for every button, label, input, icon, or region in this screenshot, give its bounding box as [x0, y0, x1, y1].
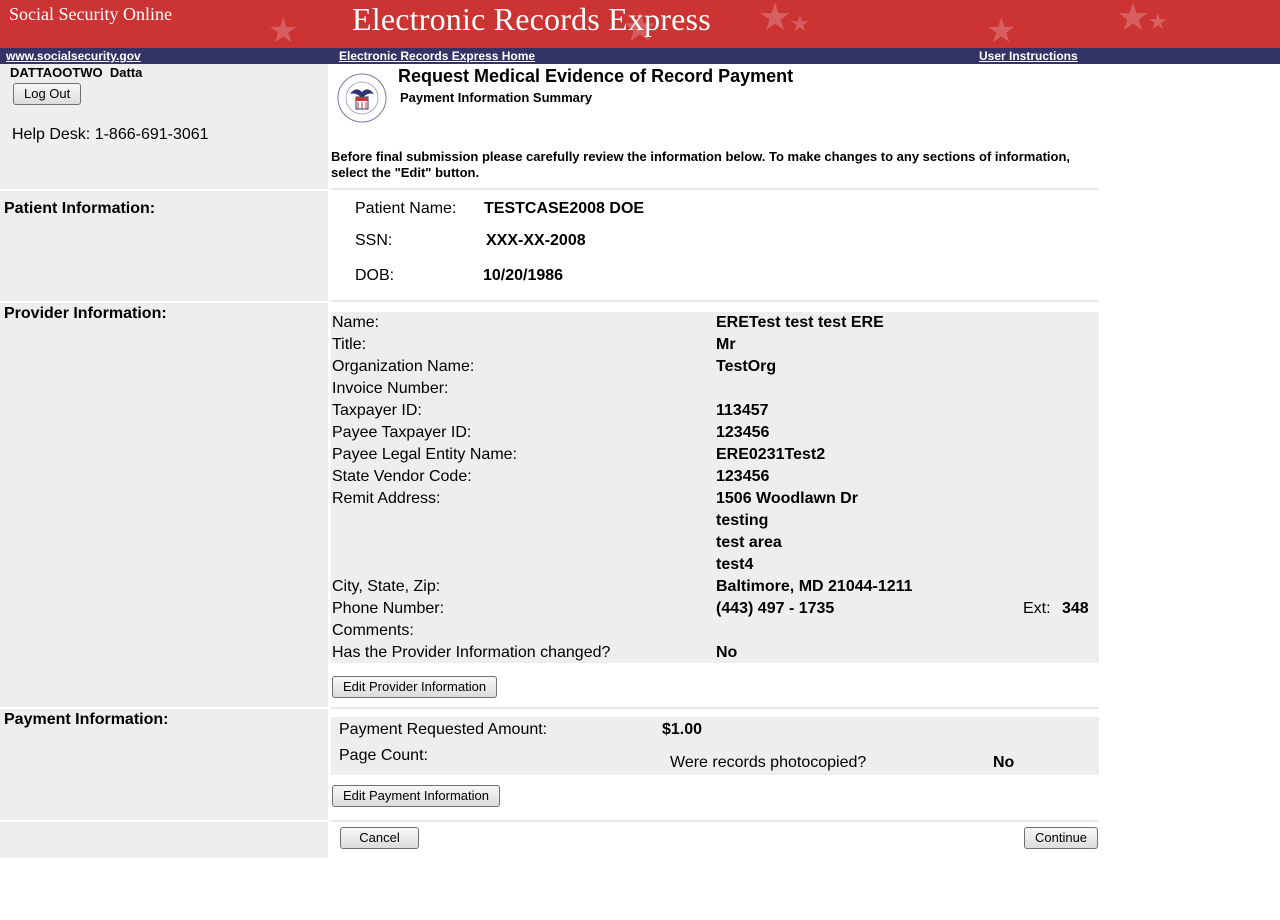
- ext-value: 348: [1062, 600, 1089, 617]
- ssn-label: SSN:: [355, 232, 393, 249]
- provider-section-label: Provider Information:: [4, 305, 167, 322]
- payment-amount-label: Payment Requested Amount:: [339, 721, 548, 738]
- provider-field-value: test area: [716, 534, 782, 551]
- divider: [331, 300, 1099, 302]
- ssa-seal-icon: [336, 72, 388, 124]
- photocopied-label: Were records photocopied?: [670, 754, 867, 771]
- patient-section-label-cell: Patient Information:: [0, 191, 328, 301]
- cancel-button[interactable]: Cancel: [340, 827, 419, 849]
- star-icon: ★: [1116, 0, 1151, 39]
- ssa-home-link[interactable]: www.socialsecurity.gov: [6, 49, 141, 63]
- star-icon: ★: [790, 12, 810, 37]
- dob-value: 10/20/1986: [483, 267, 564, 284]
- payment-info-table: Payment Requested Amount: $1.00 Page Cou…: [331, 717, 1099, 775]
- provider-field-value: 1506 Woodlawn Dr: [716, 490, 858, 507]
- provider-field-label: Comments:: [332, 622, 414, 639]
- actions-label-cell: [0, 822, 328, 858]
- provider-field-value: 123456: [716, 468, 770, 485]
- photocopied-value: No: [993, 754, 1015, 771]
- page-count-label: Page Count:: [339, 747, 428, 764]
- page-subtitle: Payment Information Summary: [400, 90, 593, 105]
- provider-field-value: Mr: [716, 336, 736, 353]
- continue-button[interactable]: Continue: [1024, 827, 1098, 849]
- page-title: Request Medical Evidence of Record Payme…: [398, 66, 794, 86]
- provider-field-label: Has the Provider Information changed?: [332, 644, 611, 661]
- instructions-text: Before final submission please carefully…: [331, 149, 1071, 180]
- provider-field-value: Baltimore, MD 21044-1211: [716, 578, 913, 595]
- edit-provider-button[interactable]: Edit Provider Information: [332, 676, 498, 698]
- provider-field-label: Phone Number:: [332, 600, 445, 617]
- provider-field-value: No: [716, 644, 738, 661]
- patient-name-label: Patient Name:: [355, 200, 457, 217]
- provider-field-label: Payee Taxpayer ID:: [332, 424, 472, 441]
- user-instructions-link[interactable]: User Instructions: [979, 49, 1078, 63]
- ere-home-link[interactable]: Electronic Records Express Home: [339, 49, 535, 63]
- divider: [331, 188, 1099, 190]
- provider-field-value: ERE0231Test2: [716, 446, 826, 463]
- star-icon: ★: [268, 11, 299, 48]
- provider-field-value: (443) 497 - 1735: [716, 600, 835, 617]
- provider-field-label: Organization Name:: [332, 358, 475, 375]
- provider-field-label: Name:: [332, 314, 380, 331]
- user-name: DATTAOOTWO Datta: [10, 65, 143, 80]
- divider: [331, 707, 1099, 709]
- help-desk: Help Desk: 1-866-691-3061: [12, 126, 209, 143]
- dob-label: DOB:: [355, 267, 395, 284]
- patient-name-value: TESTCASE2008 DOE: [484, 200, 645, 217]
- ssn-value: XXX-XX-2008: [486, 232, 586, 249]
- provider-section-label-cell: Provider Information:: [0, 303, 328, 707]
- provider-field-label: Payee Legal Entity Name:: [332, 446, 517, 463]
- provider-field-label: Taxpayer ID:: [332, 402, 422, 419]
- provider-field-label: Title:: [332, 336, 367, 353]
- nav-bar: www.socialsecurity.gov Electronic Record…: [0, 48, 1280, 64]
- payment-section-label-cell: Payment Information:: [0, 709, 328, 820]
- app-title: Electronic Records Express: [352, 1, 711, 37]
- patient-section-label: Patient Information:: [4, 200, 156, 217]
- provider-field-label: State Vendor Code:: [332, 468, 472, 485]
- user-panel: DATTAOOTWO Datta Log Out Help Desk: 1-86…: [0, 64, 328, 189]
- provider-field-value: test4: [716, 556, 754, 573]
- logout-button[interactable]: Log Out: [13, 83, 82, 105]
- provider-field-value: TestOrg: [716, 358, 777, 375]
- star-icon: ★: [758, 0, 793, 39]
- provider-field-label: Remit Address:: [332, 490, 441, 507]
- ext-label: Ext:: [1023, 600, 1051, 617]
- divider: [331, 820, 1099, 822]
- provider-info-table: Name: ERETest test test ERE Title: Mr Organi…: [331, 312, 1099, 663]
- edit-payment-button[interactable]: Edit Payment Information: [332, 785, 500, 807]
- header-banner: ★ ★ ★ ★ ★ ★ ★ Social Security Online Ele…: [0, 0, 1280, 48]
- provider-field-label: City, State, Zip:: [332, 578, 441, 595]
- provider-field-value: ERETest test test ERE: [716, 314, 884, 331]
- payment-amount-value: $1.00: [662, 721, 703, 738]
- star-icon: ★: [986, 11, 1017, 48]
- provider-field-value: 113457: [716, 402, 769, 419]
- star-icon: ★: [1148, 10, 1168, 35]
- provider-field-value: testing: [716, 512, 769, 529]
- site-name: Social Security Online: [9, 4, 172, 24]
- provider-field-value: 123456: [716, 424, 770, 441]
- provider-field-label: Invoice Number:: [332, 380, 449, 397]
- payment-section-label: Payment Information:: [4, 711, 169, 728]
